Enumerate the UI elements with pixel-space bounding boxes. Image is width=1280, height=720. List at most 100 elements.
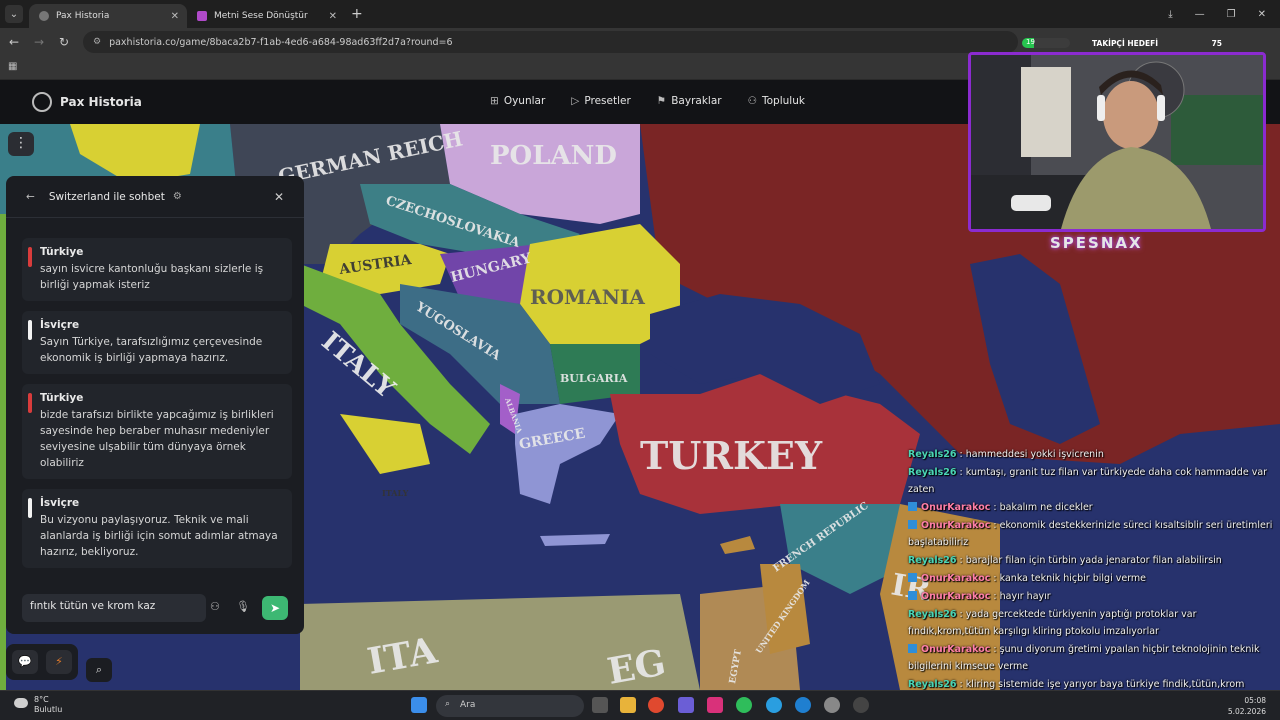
- new-tab-button[interactable]: +: [351, 6, 363, 22]
- url-field[interactable]: ⚙ paxhistoria.co/game/8baca2b7-f1ab-4ed6…: [83, 31, 1018, 53]
- chat-text: kumtaşı, granit tuz filan var türkiyede …: [908, 467, 1268, 495]
- chat-username: OnurKarakoc: [921, 520, 991, 531]
- back-arrow-icon[interactable]: ←: [26, 191, 35, 203]
- sub-badge-icon: [908, 520, 917, 529]
- vpn-icon[interactable]: [678, 697, 694, 713]
- sender-color-bar: [28, 498, 32, 518]
- file-explorer-icon[interactable]: [620, 697, 636, 713]
- search-icon: ⌕: [95, 663, 103, 676]
- instagram-icon[interactable]: [707, 697, 723, 713]
- chat-text: hayır hayır: [999, 591, 1051, 602]
- chat-message-input[interactable]: fıntık tütün ve krom kaz: [22, 594, 206, 622]
- tab-pax-historia[interactable]: Pax Historia ✕: [29, 4, 187, 28]
- map-search-button[interactable]: ⌕: [86, 658, 112, 682]
- nav-presetler[interactable]: ▷ Presetler: [571, 95, 631, 107]
- chat-title: Switzerland ile sohbet: [48, 190, 165, 203]
- microphone-icon[interactable]: 🎙: [236, 600, 250, 613]
- obs-icon[interactable]: [853, 697, 869, 713]
- region-cyprus: [720, 536, 755, 554]
- stream-chat-line: OnurKarakoc : bakalım ne dicekler: [908, 499, 1274, 516]
- system-clock[interactable]: 05:08 5.02.2026: [1228, 695, 1266, 717]
- tab-list-icon[interactable]: ⌄: [5, 5, 23, 23]
- stream-chat-overlay: Reyals26 : hammeddesi yokki işvicrenin R…: [908, 446, 1274, 720]
- sender-color-bar: [28, 320, 32, 340]
- lightning-icon: ⚡: [55, 655, 63, 668]
- browser-tabbar: ⌄ Pax Historia ✕ Metni Sese Dönüştür ✕ +…: [0, 0, 1280, 28]
- map-label-italy-south: ITALY: [382, 488, 409, 498]
- send-button[interactable]: ➤: [262, 596, 288, 620]
- nav-oyunlar[interactable]: ⊞ Oyunlar: [490, 95, 545, 107]
- stream-chat-line: OnurKarakoc : ekonomik destekkerinizle s…: [908, 520, 1273, 548]
- nav-topluluk[interactable]: ⚇ Topluluk: [748, 95, 805, 107]
- app-logo[interactable]: Pax Historia: [32, 92, 142, 112]
- message-text: sayın isvicre kantonluğu başkanı sizlerl…: [40, 263, 264, 291]
- chat-username: Reyals26: [908, 449, 957, 460]
- streamer-logo-text: SPESNAX: [1050, 234, 1143, 252]
- stream-chat-line: Reyals26 : kumtaşı, granit tuz filan var…: [908, 467, 1268, 495]
- sub-badge-icon: [908, 591, 917, 600]
- chat-username: OnurKarakoc: [921, 573, 991, 584]
- message-sender: İsviçre: [40, 497, 80, 509]
- message-sender: Türkiye: [40, 246, 84, 258]
- message-text: Sayın Türkiye, tarafsızlığımız çerçevesi…: [40, 336, 263, 364]
- diplomacy-chat-panel: ← Switzerland ile sohbet ⚙ ✕ Türkiye say…: [6, 176, 304, 634]
- clock-date: 5.02.2026: [1227, 707, 1266, 716]
- windows-start-icon[interactable]: [411, 697, 427, 713]
- tab-metni-sese[interactable]: Metni Sese Dönüştür ✕: [187, 4, 345, 28]
- window-controls: ⤓ — ❐ ✕: [1168, 0, 1280, 28]
- chat-messages: Türkiye sayın isvicre kantonluğu başkanı…: [22, 238, 292, 578]
- apps-grid-icon[interactable]: ▦: [8, 61, 17, 72]
- nav-bayraklar[interactable]: ⚑ Bayraklar: [657, 95, 722, 107]
- app-icon[interactable]: [824, 697, 840, 713]
- chat-header: ← Switzerland ile sohbet ⚙ ✕: [6, 176, 304, 218]
- users-icon[interactable]: ⚇: [210, 600, 220, 613]
- region-greece: [515, 404, 620, 504]
- chat-username: OnurKarakoc: [921, 591, 991, 602]
- whatsapp-icon[interactable]: [736, 697, 752, 713]
- map-menu-button[interactable]: ⋮: [8, 132, 34, 156]
- taskbar-search[interactable]: ⌕ Ara: [436, 695, 584, 717]
- chat-username: OnurKarakoc: [921, 502, 991, 513]
- reload-icon[interactable]: ↻: [53, 35, 75, 49]
- chat-username: Reyals26: [908, 555, 957, 566]
- chat-toggle-button[interactable]: 💬: [12, 650, 38, 674]
- sub-badge-icon: [908, 573, 917, 582]
- download-icon[interactable]: ⤓: [1168, 9, 1172, 20]
- search-icon: ⌕: [445, 699, 451, 709]
- close-icon[interactable]: ✕: [171, 11, 179, 22]
- close-chat-icon[interactable]: ✕: [274, 190, 284, 204]
- map-label-turkey: TURKEY: [640, 433, 823, 478]
- site-info-icon[interactable]: ⚙: [93, 37, 101, 47]
- restore-icon[interactable]: ❐: [1227, 9, 1236, 20]
- minimize-icon[interactable]: —: [1195, 9, 1205, 20]
- close-window-icon[interactable]: ✕: [1258, 9, 1266, 20]
- globe-icon: [39, 11, 49, 21]
- gear-icon[interactable]: ⚙: [173, 191, 182, 202]
- bottom-tools: 💬 ⚡: [6, 644, 78, 680]
- stream-chat-line: OnurKarakoc : hayır hayır: [908, 588, 1274, 605]
- follower-goal-label: TAKİPÇİ HEDEFİ: [1092, 38, 1159, 48]
- chat-message: İsviçre Bu vizyonu paylaşıyoruz. Teknik …: [22, 489, 292, 568]
- chat-text: kanka teknik hiçbir bilgi verme: [999, 573, 1147, 584]
- chat-username: Reyals26: [908, 467, 957, 478]
- map-label-bulgaria: BULGARIA: [560, 372, 628, 385]
- stream-chat-line: OnurKarakoc : şunu diyorum ğretimi ypaıl…: [908, 644, 1260, 672]
- tab-title: Metni Sese Dönüştür: [214, 11, 308, 21]
- gamepad-icon: ⊞: [490, 95, 499, 107]
- forward-icon[interactable]: →: [28, 35, 50, 49]
- follower-current: 19: [1026, 38, 1035, 46]
- follower-progress-bar: 19: [1022, 38, 1070, 48]
- message-sender: İsviçre: [40, 319, 80, 331]
- chat-text: barajlar filan için türbin yada jenarato…: [965, 555, 1222, 566]
- globe-logo-icon: [32, 92, 52, 112]
- close-icon[interactable]: ✕: [329, 11, 337, 22]
- chrome-icon[interactable]: [648, 697, 664, 713]
- flag-icon: ⚑: [656, 95, 667, 107]
- action-button[interactable]: ⚡: [46, 650, 72, 674]
- chat-message: Türkiye sayın isvicre kantonluğu başkanı…: [22, 238, 292, 301]
- edge-icon[interactable]: [795, 697, 811, 713]
- task-view-icon[interactable]: [592, 697, 608, 713]
- map-label-poland: POLAND: [490, 141, 617, 171]
- telegram-icon[interactable]: [766, 697, 782, 713]
- back-icon[interactable]: ←: [3, 35, 25, 49]
